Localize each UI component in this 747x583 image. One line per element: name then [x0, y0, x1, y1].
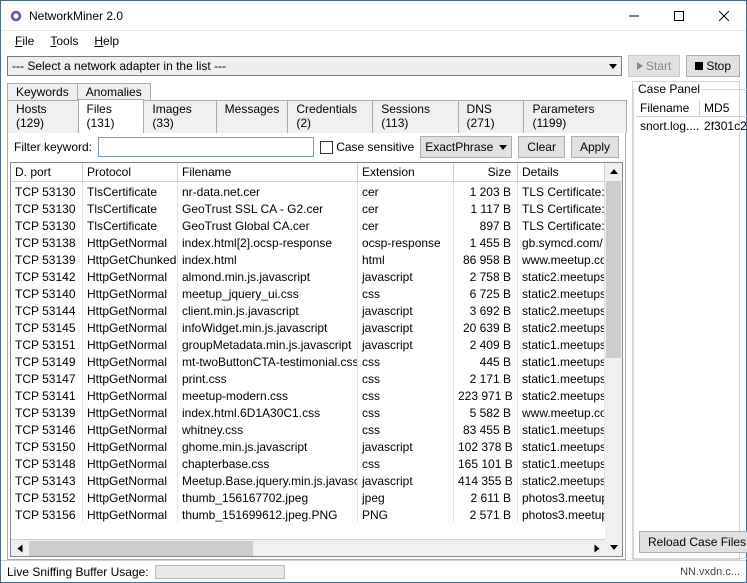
case-row[interactable]: snort.log.... 2f301c2...: [636, 117, 747, 135]
table-row[interactable]: TCP 53130TlsCertificatenr-data.net.cerce…: [11, 182, 605, 199]
table-row[interactable]: TCP 53150HttpGetNormalghome.min.js.javas…: [11, 437, 605, 454]
tab-images[interactable]: Images (33): [143, 100, 216, 133]
tab-credentials[interactable]: Credentials (2): [287, 100, 373, 133]
adapter-row: --- Select a network adapter in the list…: [1, 51, 746, 81]
col-protocol[interactable]: Protocol: [83, 163, 178, 181]
table-row[interactable]: TCP 53138HttpGetNormalindex.html[2].ocsp…: [11, 233, 605, 250]
filter-keyword-input[interactable]: [98, 137, 314, 157]
apply-button[interactable]: Apply: [571, 136, 619, 158]
titlebar: NetworkMiner 2.0: [1, 1, 746, 31]
table-row[interactable]: TCP 53140HttpGetNormalmeetup_jquery_ui.c…: [11, 284, 605, 301]
filter-row: Filter keyword: Case sensitive ExactPhra…: [10, 136, 623, 162]
table-row[interactable]: TCP 53139HttpGetNormalindex.html.6D1A30C…: [11, 403, 605, 420]
match-mode-select[interactable]: ExactPhrase: [420, 136, 512, 158]
table-row[interactable]: TCP 53151HttpGetNormalgroupMetadata.min.…: [11, 335, 605, 352]
table-row[interactable]: TCP 53144HttpGetNormalclient.min.js.java…: [11, 301, 605, 318]
table-row[interactable]: TCP 53130TlsCertificateGeoTrust SSL CA -…: [11, 199, 605, 216]
buffer-usage-label: Live Sniffing Buffer Usage:: [7, 565, 149, 579]
horizontal-scrollbar[interactable]: [11, 539, 605, 556]
app-icon: [9, 9, 23, 23]
col-d-port[interactable]: D. port: [11, 163, 83, 181]
table-row[interactable]: TCP 53147HttpGetNormalprint.csscss2 171 …: [11, 369, 605, 386]
chevron-down-icon: [499, 145, 507, 150]
stop-icon: [695, 62, 703, 70]
stop-button[interactable]: Stop: [686, 55, 740, 77]
tab-messages[interactable]: Messages: [216, 100, 289, 133]
table-header: D. port Protocol Filename Extension Size…: [11, 163, 605, 182]
col-extension[interactable]: Extension: [358, 163, 454, 181]
buffer-usage-bar: [155, 565, 285, 579]
tab-sessions[interactable]: Sessions (113): [372, 100, 458, 133]
table-row[interactable]: TCP 53156HttpGetNormalthumb_151699612.jp…: [11, 505, 605, 522]
status-right-text: NN.vxdn.c...: [680, 566, 740, 578]
table-row[interactable]: TCP 53139HttpGetChunkedindex.htmlhtml86 …: [11, 250, 605, 267]
tab-parameters[interactable]: Parameters (1199): [523, 100, 627, 133]
filter-label: Filter keyword:: [14, 140, 92, 154]
clear-button[interactable]: Clear: [518, 136, 565, 158]
table-row[interactable]: TCP 53143HttpGetNormalMeetup.Base.jquery…: [11, 471, 605, 488]
table-row[interactable]: TCP 53149HttpGetNormalmt-twoButtonCTA-te…: [11, 352, 605, 369]
reload-case-files-button[interactable]: Reload Case Files: [639, 531, 747, 553]
menu-help[interactable]: Help: [88, 33, 125, 49]
minimize-button[interactable]: [611, 1, 656, 30]
chevron-down-icon: [609, 64, 617, 69]
table-row[interactable]: TCP 53148HttpGetNormalchapterbase.csscss…: [11, 454, 605, 471]
close-button[interactable]: [701, 1, 746, 30]
window-title: NetworkMiner 2.0: [29, 9, 123, 23]
tab-anomalies[interactable]: Anomalies: [77, 83, 151, 100]
tab-keywords[interactable]: Keywords: [7, 83, 78, 100]
menu-file[interactable]: File: [9, 33, 40, 49]
case-col-filename[interactable]: Filename: [636, 100, 700, 116]
table-row[interactable]: TCP 53141HttpGetNormalmeetup-modern.cssc…: [11, 386, 605, 403]
case-panel-title: Case Panel: [636, 82, 702, 96]
table-row[interactable]: TCP 53152HttpGetNormalthumb_156167702.jp…: [11, 488, 605, 505]
tab-files[interactable]: Files (131): [78, 99, 145, 132]
tab-dns[interactable]: DNS (271): [458, 100, 525, 133]
play-icon: [637, 62, 643, 70]
case-panel: Case Panel Filename MD5 snort.log.... 2f…: [632, 81, 740, 560]
statusbar: Live Sniffing Buffer Usage: NN.vxdn.c...: [1, 560, 746, 582]
col-size[interactable]: Size: [454, 163, 518, 181]
maximize-button[interactable]: [656, 1, 701, 30]
adapter-select-text: --- Select a network adapter in the list…: [12, 59, 226, 73]
menu-tools[interactable]: Tools: [44, 33, 84, 49]
vertical-scrollbar[interactable]: [605, 163, 622, 556]
case-sensitive-checkbox[interactable]: Case sensitive: [320, 140, 414, 154]
table-row[interactable]: TCP 53130TlsCertificateGeoTrust Global C…: [11, 216, 605, 233]
table-row[interactable]: TCP 53142HttpGetNormalalmond.min.js.java…: [11, 267, 605, 284]
start-button[interactable]: Start: [628, 55, 680, 77]
tab-hosts[interactable]: Hosts (129): [7, 100, 79, 133]
col-filename[interactable]: Filename: [178, 163, 358, 181]
table-row[interactable]: TCP 53145HttpGetNormalinfoWidget.min.js.…: [11, 318, 605, 335]
case-col-md5[interactable]: MD5: [700, 100, 747, 116]
table-row[interactable]: TCP 53146HttpGetNormalwhitney.csscss83 4…: [11, 420, 605, 437]
files-table: D. port Protocol Filename Extension Size…: [10, 162, 623, 557]
menubar: File Tools Help: [1, 31, 746, 51]
col-details[interactable]: Details: [518, 163, 605, 181]
adapter-select[interactable]: --- Select a network adapter in the list…: [7, 56, 622, 76]
